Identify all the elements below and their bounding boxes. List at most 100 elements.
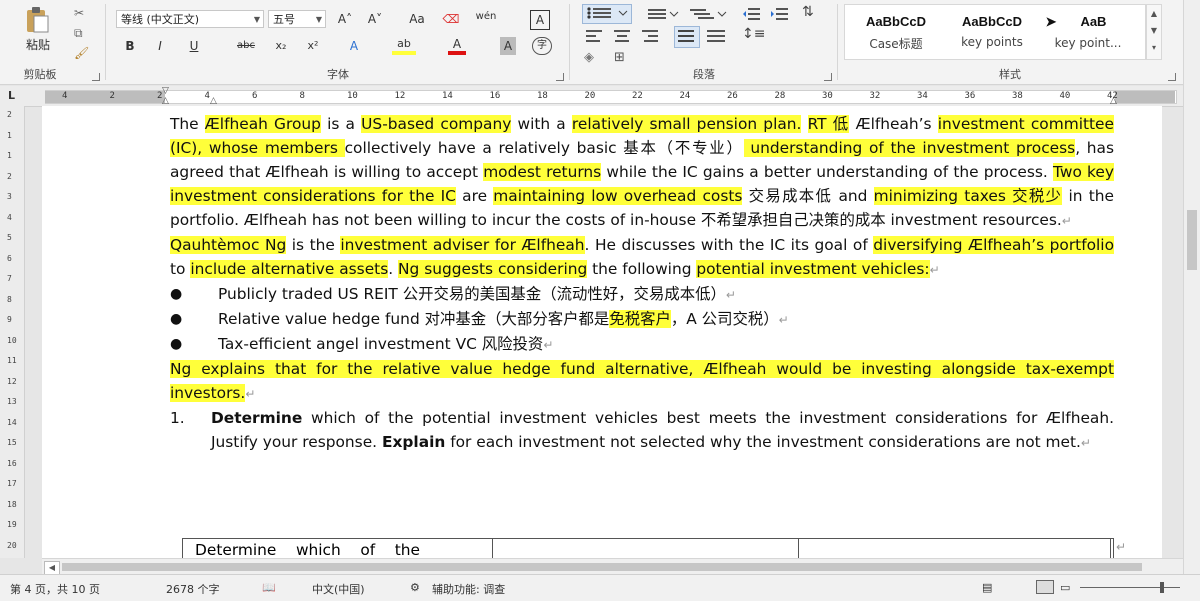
horizontal-ruler[interactable]: L 4 2 2 4 6 8 10 12 14 16 18 20 22 24 26 28 30 32 34 36 38 40…: [0, 86, 1200, 107]
copy-icon[interactable]: ⧉: [74, 26, 83, 41]
hanging-indent-marker[interactable]: △: [162, 96, 169, 106]
left-indent-marker[interactable]: △: [210, 96, 217, 106]
vertical-scrollbar[interactable]: [1183, 0, 1200, 588]
right-indent-marker[interactable]: △: [1110, 96, 1117, 106]
paragraph-explanation[interactable]: Ng explains that for the relative value …: [170, 357, 1114, 406]
align-left-icon[interactable]: [584, 28, 604, 48]
proofing-icon[interactable]: 📖: [262, 581, 276, 594]
print-layout-icon[interactable]: [1036, 580, 1054, 594]
char-border-button[interactable]: A: [530, 10, 550, 30]
zoom-slider-track[interactable]: [1080, 587, 1180, 588]
question-item[interactable]: 1. Determine which of the potential inve…: [170, 406, 1114, 455]
scroll-left-icon[interactable]: ◀: [44, 561, 60, 575]
clipboard-group: 粘贴 ✂ ⧉ 🖌 剪贴板: [0, 0, 104, 84]
enclose-char-button[interactable]: 字: [532, 37, 552, 55]
font-name-combo[interactable]: 等线 (中文正文) ▼: [116, 10, 264, 28]
table-cell[interactable]: Determine which of the: [183, 539, 493, 558]
chevron-down-icon: ▼: [253, 15, 260, 24]
align-right-icon[interactable]: [640, 28, 660, 48]
bold-button[interactable]: B: [122, 37, 138, 55]
format-painter-icon[interactable]: 🖌: [74, 46, 89, 60]
document-body[interactable]: The Ælfheah Group is a US-based company …: [170, 112, 1114, 455]
vruler-number: 4: [7, 212, 12, 222]
highlighted-text: Ng suggests considering: [398, 260, 588, 278]
phonetic-guide-button[interactable]: wén: [468, 8, 504, 26]
borders-icon[interactable]: ⊞: [614, 50, 625, 65]
sort-icon[interactable]: ⇅: [802, 4, 814, 20]
vruler-number: 9: [7, 315, 12, 324]
increase-indent-icon[interactable]: [770, 6, 790, 26]
style-key-point-2[interactable]: ➤ AaB key point...: [1042, 8, 1134, 56]
clipboard-launcher-icon[interactable]: [92, 73, 100, 81]
highlight-button[interactable]: ab: [392, 35, 416, 55]
styles-launcher-icon[interactable]: [1168, 73, 1176, 81]
styles-group-label: 样式: [999, 68, 1021, 81]
document-page[interactable]: The Ælfheah Group is a US-based company …: [42, 106, 1162, 558]
style-key-points[interactable]: AaBbCcD key points: [946, 8, 1038, 56]
char-shading-button[interactable]: A: [500, 37, 516, 55]
first-line-indent-marker[interactable]: ▽: [162, 86, 169, 96]
style-case-title[interactable]: AaBbCcD Case标题: [850, 8, 942, 56]
page-count[interactable]: 第 4 页，共 10 页: [10, 581, 100, 597]
question-text: for each investment not selected why the…: [445, 433, 1081, 451]
superscript-button[interactable]: x²: [302, 37, 324, 55]
list-item[interactable]: ● Tax-efficient angel investment VC 风险投资↵: [170, 332, 1114, 357]
zoom-slider-thumb[interactable]: [1160, 582, 1164, 593]
change-case-button[interactable]: Aa: [402, 10, 432, 28]
word-count[interactable]: 2678 个字: [166, 581, 220, 597]
accessibility-icon[interactable]: ⚙: [410, 581, 420, 594]
horizontal-scrollbar[interactable]: ◀: [42, 558, 1183, 575]
grow-font-button[interactable]: A˄: [334, 10, 356, 28]
ruler-number: 36: [964, 91, 976, 101]
multilevel-list-icon[interactable]: [688, 6, 728, 26]
font-size-combo[interactable]: 五号 ▼: [268, 10, 326, 28]
bullets-button[interactable]: [582, 4, 632, 24]
style-gallery-scroll[interactable]: ▲ ▼ ▾: [1146, 4, 1162, 60]
font-color-button[interactable]: A: [448, 35, 466, 55]
clipboard-group-label: 剪贴板: [23, 68, 57, 81]
chevron-down-icon: ▼: [315, 15, 322, 24]
paragraph-company-intro[interactable]: The Ælfheah Group is a US-based company …: [170, 112, 1114, 233]
arrow-icon: ➤: [1045, 14, 1057, 29]
text-effects-button[interactable]: A: [344, 37, 364, 55]
numbering-icon[interactable]: [640, 6, 680, 26]
distributed-icon[interactable]: [706, 28, 726, 48]
tab-selector[interactable]: L: [8, 89, 15, 102]
italic-button[interactable]: I: [152, 37, 168, 55]
language-status[interactable]: 中文(中国): [312, 581, 365, 597]
list-item[interactable]: ● Publicly traded US REIT 公开交易的美国基金（流动性好，…: [170, 282, 1114, 307]
web-layout-icon[interactable]: ▭: [1060, 581, 1070, 594]
vertical-ruler[interactable]: 2 1 1 2 3 4 5 6 7 8 9 10 11 12 13 14 15 16 17 18 19 20: [0, 106, 25, 558]
read-mode-icon[interactable]: ▤: [982, 581, 992, 594]
cut-icon[interactable]: ✂: [74, 6, 84, 20]
highlighted-text: modest returns: [483, 163, 602, 181]
paste-button[interactable]: 粘贴: [18, 36, 58, 54]
vruler-number: 11: [7, 356, 17, 365]
align-center-icon[interactable]: [612, 28, 632, 48]
accessibility-status[interactable]: 辅助功能: 调查: [432, 581, 505, 597]
ruler-number: 10: [347, 91, 358, 101]
table-cell[interactable]: [799, 539, 1111, 558]
paragraph-text: The: [170, 115, 205, 133]
subscript-button[interactable]: x₂: [270, 37, 292, 55]
decrease-indent-icon[interactable]: [742, 6, 762, 26]
shrink-font-button[interactable]: A˅: [364, 10, 386, 28]
paragraph-adviser[interactable]: Qauhtèmoc Ng is the investment adviser f…: [170, 233, 1114, 282]
answer-table[interactable]: Determine which of the: [182, 538, 1114, 558]
ruler-number: 34: [917, 91, 928, 101]
justify-button[interactable]: [674, 26, 700, 48]
shading-icon[interactable]: ◈: [584, 50, 594, 65]
strikethrough-button[interactable]: abc: [232, 37, 260, 55]
font-launcher-icon[interactable]: [556, 73, 564, 81]
clear-format-icon[interactable]: ⌫: [442, 10, 460, 28]
paragraph-launcher-icon[interactable]: [824, 73, 832, 81]
table-cell[interactable]: [493, 539, 799, 558]
vertical-scroll-thumb[interactable]: [1187, 210, 1197, 270]
vruler-number: 16: [7, 458, 17, 468]
line-spacing-icon[interactable]: ↕≡: [742, 26, 765, 42]
list-item[interactable]: ● Relative value hedge fund 对冲基金（大部分客户都是免…: [170, 307, 1114, 332]
vruler-number: 10: [7, 335, 17, 345]
underline-button[interactable]: U: [186, 37, 202, 55]
horizontal-scroll-thumb[interactable]: [62, 563, 1142, 571]
paste-icon[interactable]: [24, 6, 50, 34]
